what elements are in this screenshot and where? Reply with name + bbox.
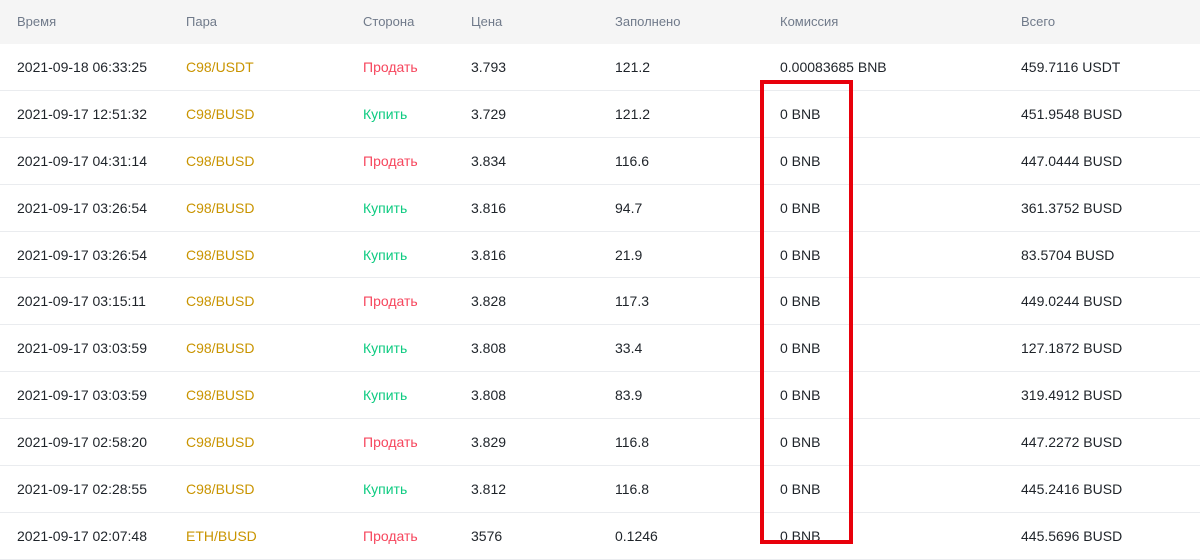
cell-total: 361.3752 BUSD: [1021, 199, 1123, 216]
cell-price: 3.729: [471, 105, 507, 122]
cell-total: 83.5704 BUSD: [1021, 246, 1115, 263]
header-time[interactable]: Время: [17, 14, 56, 29]
table-header: Время Пара Сторона Цена Заполнено Комисс…: [0, 0, 1200, 44]
cell-fee: 0 BNB: [780, 105, 821, 122]
cell-price: 3576: [471, 527, 503, 544]
cell-price: 3.793: [471, 59, 507, 75]
cell-filled: 116.8: [615, 434, 649, 451]
cell-pair[interactable]: C98/BUSD: [186, 293, 254, 309]
cell-filled: 21.9: [615, 246, 643, 263]
table-row[interactable]: 2021-09-17 03:03:59 C98/BUSD Купить 3.808 83…: [0, 372, 1200, 420]
cell-side: Купить: [363, 199, 408, 216]
cell-pair[interactable]: C98/BUSD: [186, 247, 254, 263]
cell-fee: 0 BNB: [780, 340, 821, 357]
header-total[interactable]: Всего: [1021, 14, 1055, 29]
cell-fee: 0.00083685 BNB: [780, 59, 887, 75]
cell-total: 319.4912 BUSD: [1021, 387, 1123, 404]
header-side[interactable]: Сторона: [363, 14, 414, 29]
cell-side: Купить: [363, 481, 408, 498]
cell-price: 3.834: [471, 152, 507, 169]
cell-fee: 0 BNB: [780, 481, 821, 498]
cell-side: Продать: [363, 59, 418, 75]
cell-total: 449.0244 BUSD: [1021, 293, 1123, 310]
table-row[interactable]: 2021-09-17 03:15:11 C98/BUSD Продать 3.828 1…: [0, 278, 1200, 326]
cell-fee: 0 BNB: [780, 246, 821, 263]
cell-time: 2021-09-17 12:51:32: [17, 105, 147, 122]
trade-history-table: Время Пара Сторона Цена Заполнено Комисс…: [0, 0, 1200, 560]
cell-side: Продать: [363, 152, 418, 169]
cell-side: Продать: [363, 293, 418, 310]
cell-time: 2021-09-17 03:15:11: [17, 293, 146, 310]
table-row[interactable]: 2021-09-17 03:26:54 C98/BUSD Купить 3.816 21…: [0, 232, 1200, 279]
cell-pair[interactable]: C98/BUSD: [186, 153, 254, 169]
table-row[interactable]: 2021-09-17 02:07:48 ETH/BUSD Продать 3576 0.…: [0, 513, 1200, 560]
table-row[interactable]: 2021-09-17 04:31:14 C98/BUSD Продать 3.834 1…: [0, 138, 1200, 185]
cell-fee: 0 BNB: [780, 387, 821, 404]
cell-fee: 0 BNB: [780, 293, 821, 310]
cell-time: 2021-09-17 04:31:14: [17, 152, 147, 169]
cell-fee: 0 BNB: [780, 527, 821, 544]
cell-time: 2021-09-17 03:03:59: [17, 340, 147, 357]
cell-total: 459.7116 USDT: [1021, 59, 1121, 75]
cell-filled: 0.1246: [615, 527, 658, 544]
cell-time: 2021-09-17 02:58:20: [17, 434, 147, 451]
header-price[interactable]: Цена: [471, 14, 502, 29]
cell-price: 3.816: [471, 199, 507, 216]
cell-price: 3.828: [471, 293, 507, 310]
cell-total: 127.1872 BUSD: [1021, 340, 1123, 357]
cell-time: 2021-09-18 06:33:25: [17, 59, 147, 75]
cell-filled: 116.6: [615, 152, 649, 169]
cell-total: 451.9548 BUSD: [1021, 105, 1123, 122]
cell-filled: 121.2: [615, 59, 651, 75]
cell-pair[interactable]: C98/USDT: [186, 59, 254, 75]
table-row[interactable]: 2021-09-18 06:33:25 C98/USDT Продать 3.793 1…: [0, 44, 1200, 91]
cell-filled: 94.7: [615, 199, 643, 216]
cell-side: Купить: [363, 340, 408, 357]
cell-pair[interactable]: C98/BUSD: [186, 200, 254, 216]
cell-total: 447.0444 BUSD: [1021, 152, 1123, 169]
table-row[interactable]: 2021-09-17 03:03:59 C98/BUSD Купить 3.808 33…: [0, 325, 1200, 373]
cell-side: Продать: [363, 434, 418, 451]
cell-side: Купить: [363, 246, 408, 263]
cell-time: 2021-09-17 03:26:54: [17, 199, 147, 216]
table-row[interactable]: 2021-09-17 12:51:32 C98/BUSD Купить 3.729 12…: [0, 91, 1200, 138]
cell-filled: 121.2: [615, 105, 651, 122]
cell-time: 2021-09-17 03:26:54: [17, 246, 147, 263]
cell-price: 3.812: [471, 481, 507, 498]
cell-side: Купить: [363, 387, 408, 404]
cell-pair[interactable]: C98/BUSD: [186, 434, 254, 450]
cell-fee: 0 BNB: [780, 434, 821, 451]
cell-time: 2021-09-17 03:03:59: [17, 387, 147, 404]
cell-fee: 0 BNB: [780, 152, 821, 169]
table-row[interactable]: 2021-09-17 03:26:54 C98/BUSD Купить 3.816 94…: [0, 185, 1200, 232]
cell-pair[interactable]: C98/BUSD: [186, 340, 254, 356]
cell-total: 447.2272 BUSD: [1021, 434, 1123, 451]
cell-price: 3.808: [471, 387, 507, 404]
cell-side: Продать: [363, 527, 418, 544]
cell-price: 3.829: [471, 434, 507, 451]
cell-side: Купить: [363, 105, 408, 122]
cell-price: 3.808: [471, 340, 507, 357]
table-row[interactable]: 2021-09-17 02:58:20 C98/BUSD Продать 3.829 1…: [0, 419, 1200, 467]
header-filled[interactable]: Заполнено: [615, 14, 680, 29]
cell-time: 2021-09-17 02:07:48: [17, 527, 147, 544]
cell-fee: 0 BNB: [780, 199, 821, 216]
cell-time: 2021-09-17 02:28:55: [17, 481, 147, 498]
cell-total: 445.2416 BUSD: [1021, 481, 1123, 498]
header-pair[interactable]: Пара: [186, 14, 217, 29]
cell-filled: 117.3: [615, 293, 649, 310]
cell-filled: 83.9: [615, 387, 643, 404]
cell-total: 445.5696 BUSD: [1021, 527, 1123, 544]
header-fee[interactable]: Комиссия: [780, 14, 838, 29]
table-body: 2021-09-18 06:33:25 C98/USDT Продать 3.793 1…: [0, 44, 1200, 560]
cell-filled: 116.8: [615, 481, 649, 498]
cell-price: 3.816: [471, 246, 507, 263]
cell-pair[interactable]: C98/BUSD: [186, 387, 254, 403]
cell-pair[interactable]: C98/BUSD: [186, 481, 254, 497]
cell-filled: 33.4: [615, 340, 643, 357]
table-row[interactable]: 2021-09-17 02:28:55 C98/BUSD Купить 3.812 11…: [0, 466, 1200, 513]
cell-pair[interactable]: ETH/BUSD: [186, 528, 257, 544]
cell-pair[interactable]: C98/BUSD: [186, 106, 254, 122]
